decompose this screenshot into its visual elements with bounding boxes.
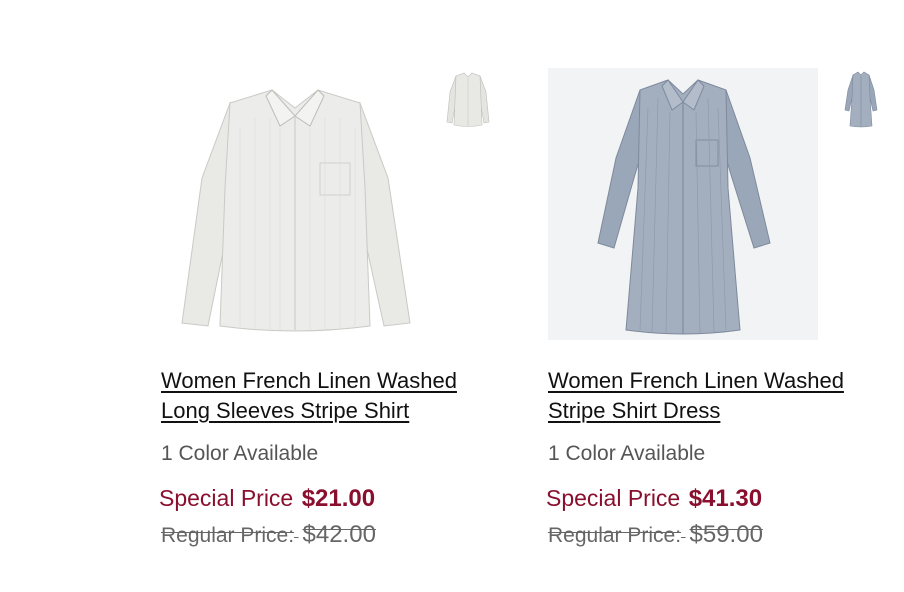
special-price-label: Special Price xyxy=(159,485,294,511)
product-title-link[interactable]: Women French Linen Washed Long Sleeves S… xyxy=(161,366,501,426)
regular-price-row: Regular Price: $42.00 xyxy=(161,521,376,552)
product-image-dress[interactable] xyxy=(548,68,818,340)
regular-price-value: $42.00 xyxy=(302,521,376,548)
regular-price-label: Regular Price: xyxy=(161,524,295,547)
special-price-label: Special Price xyxy=(546,485,681,511)
product-card: Women French Linen Washed Stripe Shirt D… xyxy=(537,0,897,592)
regular-price-label: Regular Price: xyxy=(548,524,682,547)
product-grid: Women French Linen Washed Long Sleeves S… xyxy=(0,0,904,592)
product-title-line: Long Sleeves Stripe Shirt xyxy=(161,398,410,423)
product-title-line: Women French Linen Washed xyxy=(161,368,457,393)
product-title-line: Women French Linen Washed xyxy=(548,368,844,393)
regular-price-value: $59.00 xyxy=(689,521,763,548)
product-image-shirt[interactable] xyxy=(160,68,430,340)
special-price-value: $21.00 xyxy=(301,485,376,512)
product-card: Women French Linen Washed Long Sleeves S… xyxy=(150,0,510,592)
product-title-link[interactable]: Women French Linen Washed Stripe Shirt D… xyxy=(548,366,888,426)
special-price-value: $41.30 xyxy=(688,485,763,512)
color-swatch-thumbnail[interactable] xyxy=(444,70,492,130)
color-swatch-thumbnail[interactable] xyxy=(837,70,885,130)
special-price-row: Special Price $41.30 xyxy=(546,483,762,517)
regular-price-row: Regular Price: $59.00 xyxy=(548,521,763,552)
special-price-row: Special Price $21.00 xyxy=(159,483,375,517)
colors-available-text: 1 Color Available xyxy=(161,442,319,465)
product-title-line: Stripe Shirt Dress xyxy=(548,398,721,423)
colors-available-text: 1 Color Available xyxy=(548,442,706,465)
